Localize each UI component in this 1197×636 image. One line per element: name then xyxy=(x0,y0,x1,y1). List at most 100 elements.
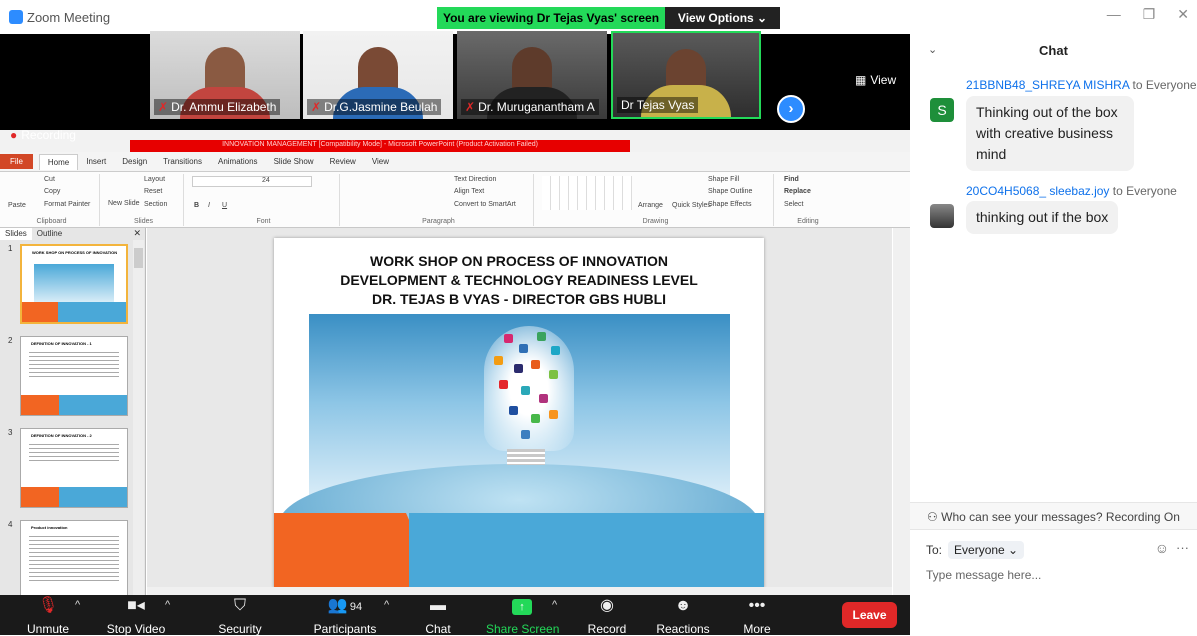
slide-canvas: WORK SHOP ON PROCESS OF INNOVATION DEVEL… xyxy=(147,228,892,595)
vertical-scrollbar[interactable] xyxy=(893,228,910,595)
slide-thumbnail[interactable]: DEFINITION OF INNOVATION - 2 xyxy=(20,428,128,508)
arrange-button[interactable]: Arrange xyxy=(638,202,663,209)
chevron-up-icon[interactable]: ^ xyxy=(384,599,389,611)
chevron-up-icon[interactable]: ^ xyxy=(165,599,170,611)
participant-tile[interactable]: ✗ Dr. Ammu Elizabeth xyxy=(150,31,300,119)
stop-video-button[interactable]: ■◂ Stop Video xyxy=(100,595,172,636)
align-text-button[interactable]: Align Text xyxy=(454,188,484,195)
close-icon[interactable]: ✕ xyxy=(1177,6,1189,23)
bold-button[interactable]: B xyxy=(194,202,199,209)
video-camera-icon: ■◂ xyxy=(127,597,145,614)
chat-message: Thinking out of the box with creative bu… xyxy=(966,96,1134,171)
font-name-select[interactable] xyxy=(192,176,312,187)
shape-fill-button[interactable]: Shape Fill xyxy=(708,176,739,183)
participant-tile[interactable]: ✗ Dr.G.Jasmine Beulah xyxy=(303,31,453,119)
view-button[interactable]: ▦ View xyxy=(855,73,900,87)
chevron-down-icon[interactable]: ⌄ xyxy=(928,43,937,56)
participants-button[interactable]: 👥 94 Participants xyxy=(300,595,390,636)
message-header: 21BBNB48_SHREYA MISHRA to Everyone xyxy=(966,78,1197,92)
group-editing: Find Replace Select Editing xyxy=(784,176,819,225)
chat-button[interactable]: ▬ Chat xyxy=(418,595,458,636)
group-font: 24 B I U Font xyxy=(188,174,340,226)
quick-styles-button[interactable]: Quick Styles xyxy=(672,202,711,209)
slide-thumbnail[interactable]: Product innovation xyxy=(20,520,128,595)
next-page-arrow-icon[interactable]: › xyxy=(777,95,805,123)
tab-outline-panel[interactable]: Outline xyxy=(32,228,67,240)
share-screen-button[interactable]: ↑ Share Screen xyxy=(486,595,559,636)
tab-design[interactable]: Design xyxy=(114,154,155,169)
viewing-banner: You are viewing Dr Tejas Vyas' screen xyxy=(437,7,665,29)
shapes-gallery[interactable] xyxy=(542,176,632,210)
participant-name: Dr. Ammu Elizabeth xyxy=(171,100,277,114)
tab-file[interactable]: File xyxy=(0,154,33,169)
leave-button[interactable]: Leave xyxy=(842,602,897,628)
layout-button[interactable]: Layout xyxy=(144,176,165,183)
chat-title: Chat xyxy=(1039,43,1068,58)
shared-screen-powerpoint: INNOVATION MANAGEMENT [Compatibility Mod… xyxy=(0,130,910,595)
close-icon[interactable]: ✕ xyxy=(133,228,141,239)
security-button[interactable]: ⛉ Security xyxy=(210,595,270,636)
chevron-up-icon[interactable]: ^ xyxy=(75,599,80,611)
record-dot-icon: ● xyxy=(10,130,18,142)
participant-name: Dr Tejas Vyas xyxy=(621,98,695,112)
tab-slide-show[interactable]: Slide Show xyxy=(266,154,322,169)
recipient-select[interactable]: Everyone ⌄ xyxy=(948,541,1025,559)
participant-name: Dr. Muruganantham A xyxy=(478,100,595,114)
more-button[interactable]: ••• More xyxy=(738,595,776,636)
horizontal-scrollbar[interactable] xyxy=(147,587,892,595)
text-direction-button[interactable]: Text Direction xyxy=(454,176,496,183)
window-controls: — ❐ ✕ xyxy=(1107,6,1189,23)
find-button[interactable]: Find xyxy=(784,176,799,183)
italic-button[interactable]: I xyxy=(208,202,210,209)
reset-button[interactable]: Reset xyxy=(144,188,162,195)
ribbon-tabs: File Home Insert Design Transitions Anim… xyxy=(0,152,910,172)
tab-transitions[interactable]: Transitions xyxy=(155,154,210,169)
record-button[interactable]: ◉ Record xyxy=(584,595,630,636)
participant-tile[interactable]: ✗ Dr. Muruganantham A xyxy=(457,31,607,119)
slide-thumbnail[interactable]: WORK SHOP ON PROCESS OF INNOVATION xyxy=(20,244,128,324)
chevron-up-icon[interactable]: ^ xyxy=(552,599,557,611)
tab-home[interactable]: Home xyxy=(38,153,79,170)
format-painter-button[interactable]: Format Painter xyxy=(44,201,90,208)
copy-button[interactable]: Copy xyxy=(44,188,60,195)
shape-outline-button[interactable]: Shape Outline xyxy=(708,188,752,195)
cut-button[interactable]: Cut xyxy=(44,176,55,183)
sender-name[interactable]: 20CO4H5068_ sleebaz.joy xyxy=(966,184,1109,198)
shape-effects-button[interactable]: Shape Effects xyxy=(708,201,751,208)
group-clipboard: Paste Cut Copy Format Painter Clipboard xyxy=(4,174,100,226)
font-size-select[interactable]: 24 xyxy=(262,177,270,184)
tab-slides-panel[interactable]: Slides xyxy=(0,228,32,240)
view-options-button[interactable]: View Options ⌄ xyxy=(665,7,780,29)
paste-button[interactable]: Paste xyxy=(8,202,26,209)
zoom-logo-icon xyxy=(9,10,23,24)
sender-name[interactable]: 21BBNB48_SHREYA MISHRA xyxy=(966,78,1129,92)
current-slide: WORK SHOP ON PROCESS OF INNOVATION DEVEL… xyxy=(274,238,764,588)
title-bar: Zoom Meeting You are viewing Dr Tejas Vy… xyxy=(0,0,910,34)
ellipsis-icon: ••• xyxy=(748,597,766,614)
slide-thumbnail[interactable]: DEFINITION OF INNOVATION - 1 xyxy=(20,336,128,416)
ellipsis-icon[interactable]: ··· xyxy=(1176,540,1189,555)
convert-smartart-button[interactable]: Convert to SmartArt xyxy=(454,201,516,208)
message-input[interactable]: Type message here... xyxy=(926,568,1041,582)
tab-review[interactable]: Review xyxy=(322,154,364,169)
emoji-icon[interactable]: ☺ xyxy=(1155,540,1169,556)
window-title: Zoom Meeting xyxy=(27,10,111,25)
tab-view[interactable]: View xyxy=(364,154,397,169)
new-slide-button[interactable]: New Slide xyxy=(108,200,140,207)
tab-insert[interactable]: Insert xyxy=(78,154,114,169)
avatar: S xyxy=(930,98,954,122)
grid-icon: ▦ xyxy=(855,73,867,87)
active-speaker-tile[interactable]: Dr Tejas Vyas xyxy=(611,31,761,119)
unmute-button[interactable]: 🎙 Unmute xyxy=(20,595,76,636)
minimize-icon[interactable]: — xyxy=(1107,6,1121,23)
message-header: 20CO4H5068_ sleebaz.joy to Everyone xyxy=(966,184,1177,198)
reactions-button[interactable]: ☻ Reactions xyxy=(652,595,714,636)
replace-button[interactable]: Replace xyxy=(784,188,811,195)
privacy-notice[interactable]: ⚇ Who can see your messages? Recording O… xyxy=(910,502,1197,530)
tab-animations[interactable]: Animations xyxy=(210,154,266,169)
select-button[interactable]: Select xyxy=(784,201,803,208)
section-button[interactable]: Section xyxy=(144,201,167,208)
restore-icon[interactable]: ❐ xyxy=(1143,6,1156,23)
underline-button[interactable]: U xyxy=(222,202,227,209)
panel-scrollbar[interactable] xyxy=(133,240,144,595)
